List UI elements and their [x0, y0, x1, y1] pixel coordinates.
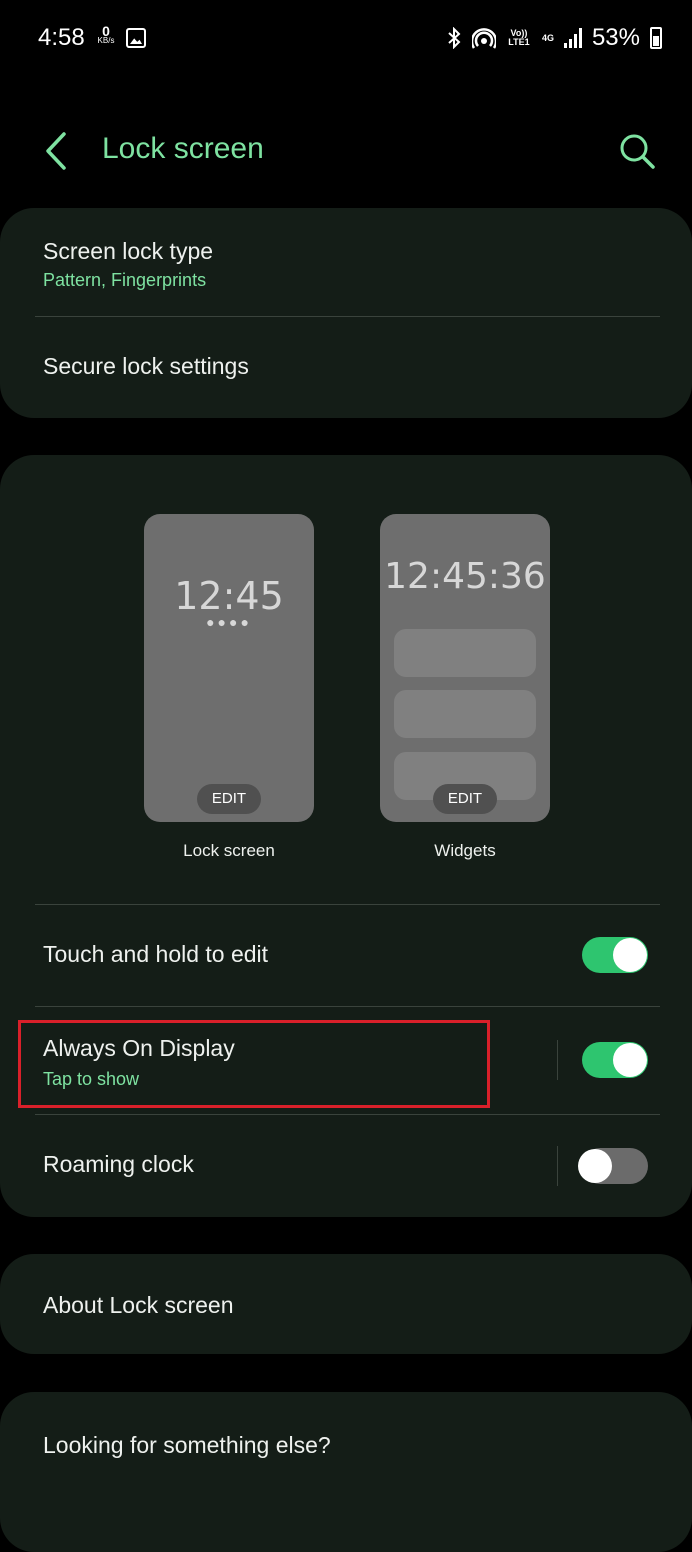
battery-percent: 53% — [591, 24, 640, 51]
lock-screen-edit-button[interactable]: EDIT — [197, 784, 261, 814]
vertical-divider — [557, 1146, 558, 1186]
screen-lock-type-value: Pattern, Fingerprints — [43, 270, 207, 290]
widgets-preview-caption: Widgets — [434, 841, 496, 860]
status-time: 4:58 — [38, 24, 85, 51]
about-card: About Lock screen — [0, 1254, 692, 1354]
screen-lock-type-label: Screen lock type — [43, 238, 214, 264]
touch-hold-edit-toggle[interactable] — [582, 937, 648, 973]
widgets-preview-clock: 12:45:36 — [384, 556, 546, 597]
bluetooth-icon — [448, 27, 461, 49]
search-icon[interactable] — [614, 128, 660, 174]
roaming-clock-toggle[interactable] — [578, 1148, 648, 1184]
back-arrow-icon[interactable] — [40, 128, 80, 174]
roaming-clock-label: Roaming clock — [43, 1151, 194, 1177]
lock-screen-preview[interactable]: 12:45 ●●●● EDIT — [144, 514, 314, 822]
status-bar: 4:58 0 KB/s Vo)) LTE1 4G 53% — [0, 0, 692, 80]
about-lock-screen-row[interactable]: About Lock screen — [0, 1254, 692, 1354]
status-icons: Vo)) LTE1 4G 53% — [446, 24, 662, 52]
lock-screen-preview-caption: Lock screen — [183, 841, 275, 860]
widgets-preview[interactable]: 12:45:36 EDIT — [380, 514, 550, 822]
touch-hold-edit-row[interactable]: Touch and hold to edit — [0, 905, 692, 1005]
screen-lock-type-row[interactable]: Screen lock type Pattern, Fingerprints — [0, 208, 692, 316]
widgets-edit-button[interactable]: EDIT — [433, 784, 497, 814]
secure-lock-settings-row[interactable]: Secure lock settings — [0, 317, 692, 417]
widget-placeholder — [394, 690, 536, 738]
roaming-clock-row[interactable]: Roaming clock — [0, 1115, 692, 1215]
pattern-dots-icon: ●●●● — [206, 614, 252, 630]
touch-hold-edit-label: Touch and hold to edit — [43, 941, 269, 967]
security-card: Screen lock type Pattern, Fingerprints S… — [0, 208, 692, 418]
battery-icon — [650, 27, 662, 49]
net-speed: 0 KB/s — [92, 23, 120, 46]
secure-lock-settings-label: Secure lock settings — [43, 353, 249, 379]
volte-label: Vo)) LTE1 — [508, 28, 530, 47]
looking-label: Looking for something else? — [43, 1432, 331, 1458]
net-speed-value: 0 — [102, 23, 110, 39]
signal-icon — [563, 28, 582, 48]
highlight-box — [18, 1020, 490, 1108]
net-speed-unit: KB/s — [97, 36, 115, 45]
widget-placeholder — [394, 629, 536, 677]
vertical-divider — [557, 1040, 558, 1080]
looking-card: Looking for something else? — [0, 1392, 692, 1552]
network-type: 4G — [541, 32, 554, 43]
always-on-display-toggle[interactable] — [582, 1042, 648, 1078]
gallery-icon — [126, 28, 146, 48]
page-title: Lock screen — [102, 132, 264, 165]
lock-screen-preview-clock: 12:45 — [174, 574, 284, 618]
hotspot-icon — [471, 28, 496, 49]
about-lock-screen-label: About Lock screen — [43, 1292, 234, 1318]
